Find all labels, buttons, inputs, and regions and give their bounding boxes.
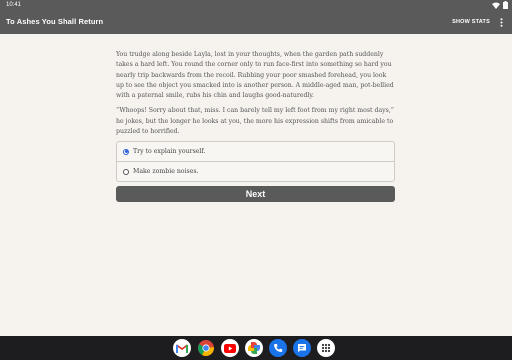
show-stats-button[interactable]: SHOW STATS	[452, 10, 490, 34]
more-vert-icon[interactable]	[496, 16, 506, 28]
story-paragraph: You trudge along beside Layla, lost in y…	[116, 51, 394, 100]
radio-icon[interactable]	[123, 168, 129, 175]
radio-selected-icon[interactable]	[123, 148, 129, 155]
app-drawer-icon[interactable]	[317, 339, 335, 357]
app-title: To Ashes You Shall Return	[6, 17, 104, 26]
photos-icon[interactable]	[245, 339, 263, 357]
choice-option[interactable]: Try to explain yourself.	[117, 142, 394, 161]
dock	[173, 338, 335, 358]
story-paragraph: “Whoops! Sorry about that, miss. I can b…	[116, 107, 394, 136]
app-bar: To Ashes You Shall Return SHOW STATS	[0, 10, 512, 34]
youtube-icon[interactable]	[221, 339, 239, 357]
wifi-icon	[492, 2, 500, 9]
story-text: You trudge along beside Layla, lost in y…	[116, 50, 396, 142]
choice-label: Make zombie noises.	[133, 168, 199, 175]
gmail-icon[interactable]	[173, 339, 191, 357]
taskbar	[0, 336, 512, 360]
phone-icon[interactable]	[269, 339, 287, 357]
choice-label: Try to explain yourself.	[133, 148, 206, 155]
status-time: 10:41	[6, 2, 22, 8]
choice-option[interactable]: Make zombie noises.	[117, 161, 394, 181]
next-button[interactable]: Next	[116, 186, 395, 202]
screen: 10:41 To Ashes You Shall Return SHOW STA…	[0, 0, 512, 360]
chrome-icon[interactable]	[197, 339, 215, 357]
choice-list: Try to explain yourself. Make zombie noi…	[116, 141, 395, 182]
messages-icon[interactable]	[293, 339, 311, 357]
status-icons	[492, 1, 508, 9]
battery-icon	[503, 1, 508, 9]
status-bar: 10:41	[0, 0, 512, 10]
